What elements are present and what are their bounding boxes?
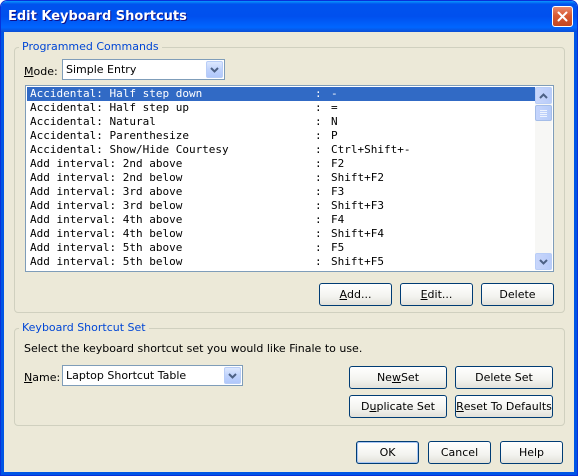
- command-name: Accidental: Half step down: [30, 87, 203, 100]
- list-item[interactable]: Add interval: 3rd above: F3: [27, 185, 536, 199]
- shortcut-key: =: [331, 101, 338, 114]
- separator: :: [315, 241, 322, 254]
- shortcut-key: N: [331, 115, 338, 128]
- shortcut-key: -: [331, 87, 338, 100]
- list-item[interactable]: Add interval: 2nd below: Shift+F2: [27, 171, 536, 185]
- help-button[interactable]: Help: [500, 441, 563, 464]
- title-bar[interactable]: Edit Keyboard Shortcuts: [1, 1, 577, 32]
- command-name: Add interval: 3rd below: [30, 199, 183, 212]
- list-item[interactable]: Add interval: 5th below: Shift+F5: [27, 255, 536, 269]
- shortcut-key: Shift+F5: [331, 255, 384, 268]
- dialog-title: Edit Keyboard Shortcuts: [8, 9, 187, 24]
- command-name: Add interval: 4th above: [30, 213, 183, 226]
- command-name: Add interval: 5th above: [30, 241, 183, 254]
- separator: :: [315, 87, 322, 100]
- scroll-thumb[interactable]: [535, 105, 552, 121]
- separator: :: [315, 157, 322, 170]
- commands-list-scrollbar[interactable]: [535, 87, 552, 270]
- shortcut-set-dropdown-button[interactable]: [224, 367, 241, 384]
- separator: :: [315, 227, 322, 240]
- add-button[interactable]: Add...: [319, 283, 392, 306]
- commands-list[interactable]: Accidental: Half step down: - Accidental: …: [25, 85, 554, 272]
- commands-list-rows: Accidental: Half step down: - Accidental: …: [27, 87, 536, 269]
- list-item[interactable]: Accidental: Show/Hide Courtesy: Ctrl+Shif…: [27, 143, 536, 157]
- list-item[interactable]: Add interval: 4th below: Shift+F4: [27, 227, 536, 241]
- separator: :: [315, 143, 322, 156]
- dialog-window: Edit Keyboard Shortcuts Programmed Comma…: [0, 0, 578, 476]
- list-item[interactable]: Accidental: Parenthesize: P: [27, 129, 536, 143]
- window-frame-bottom: [1, 472, 577, 475]
- separator: :: [315, 199, 322, 212]
- list-item[interactable]: Accidental: Natural: N: [27, 115, 536, 129]
- separator: :: [315, 101, 322, 114]
- list-item[interactable]: Add interval: 3rd below: Shift+F3: [27, 199, 536, 213]
- arrow-down-icon: [539, 258, 548, 265]
- close-button[interactable]: [552, 6, 573, 27]
- delete-button[interactable]: Delete: [481, 283, 554, 306]
- delete-set-button[interactable]: Delete Set: [455, 366, 553, 389]
- shortcut-key: Shift+F2: [331, 171, 384, 184]
- shortcut-key: F5: [331, 241, 345, 254]
- shortcut-key: P: [331, 129, 338, 142]
- mode-value: Simple Entry: [66, 63, 137, 76]
- mode-dropdown-button[interactable]: [206, 61, 223, 78]
- new-set-button[interactable]: Ne w Set: [349, 366, 447, 389]
- duplicate-set-button[interactable]: Du plicate Set: [349, 395, 447, 418]
- shortcut-key: F4: [331, 213, 345, 226]
- window-frame-right: [574, 32, 577, 475]
- scroll-down-button[interactable]: [535, 253, 552, 270]
- mode-dropdown[interactable]: Simple Entry: [62, 59, 225, 80]
- reset-to-defaults-button[interactable]: Reset To Defaults: [455, 395, 553, 418]
- list-item[interactable]: Add interval: 2nd above: F2: [27, 157, 536, 171]
- separator: :: [315, 129, 322, 142]
- list-item[interactable]: Accidental: Half step up: =: [27, 101, 536, 115]
- shortcut-key: Shift+F3: [331, 199, 384, 212]
- separator: :: [315, 255, 322, 268]
- keyboard-shortcut-set-legend: Keyboard Shortcut Set: [19, 321, 149, 334]
- command-name: Add interval: 2nd above: [30, 157, 183, 170]
- scroll-up-button[interactable]: [535, 87, 552, 104]
- close-icon: [557, 11, 568, 22]
- edit-button[interactable]: Edit...: [400, 283, 473, 306]
- name-label: Name:: [24, 371, 61, 384]
- cancel-button[interactable]: Cancel: [428, 441, 491, 464]
- ok-button[interactable]: OK: [356, 441, 419, 464]
- arrow-up-icon: [539, 92, 548, 99]
- shortcut-key: F3: [331, 185, 345, 198]
- chevron-down-icon: [210, 66, 219, 73]
- command-name: Add interval: 2nd below: [30, 171, 183, 184]
- shortcut-set-value: Laptop Shortcut Table: [66, 369, 187, 382]
- command-name: Accidental: Parenthesize: [30, 129, 189, 142]
- separator: :: [315, 185, 322, 198]
- shortcut-key: Shift+F4: [331, 227, 384, 240]
- command-name: Add interval: 4th below: [30, 227, 183, 240]
- command-name: Add interval: 5th below: [30, 255, 183, 268]
- list-item[interactable]: Add interval: 4th above: F4: [27, 213, 536, 227]
- programmed-commands-legend: Programmed Commands: [19, 40, 162, 53]
- command-name: Add interval: 3rd above: [30, 185, 183, 198]
- separator: :: [315, 115, 322, 128]
- command-name: Accidental: Natural: [30, 115, 156, 128]
- list-item[interactable]: Add interval: 5th above: F5: [27, 241, 536, 255]
- shortcut-set-dropdown[interactable]: Laptop Shortcut Table: [62, 365, 243, 386]
- separator: :: [315, 213, 322, 226]
- shortcut-set-instruction: Select the keyboard shortcut set you wou…: [24, 342, 363, 355]
- mode-label: Mode:: [24, 65, 58, 78]
- chevron-down-icon: [228, 372, 237, 379]
- shortcut-key: Ctrl+Shift+-: [331, 143, 411, 156]
- command-name: Accidental: Half step up: [30, 101, 189, 114]
- list-item[interactable]: Accidental: Half step down: -: [27, 87, 536, 101]
- separator: :: [315, 171, 322, 184]
- command-name: Accidental: Show/Hide Courtesy: [30, 143, 229, 156]
- shortcut-key: F2: [331, 157, 345, 170]
- window-frame-left: [1, 32, 4, 475]
